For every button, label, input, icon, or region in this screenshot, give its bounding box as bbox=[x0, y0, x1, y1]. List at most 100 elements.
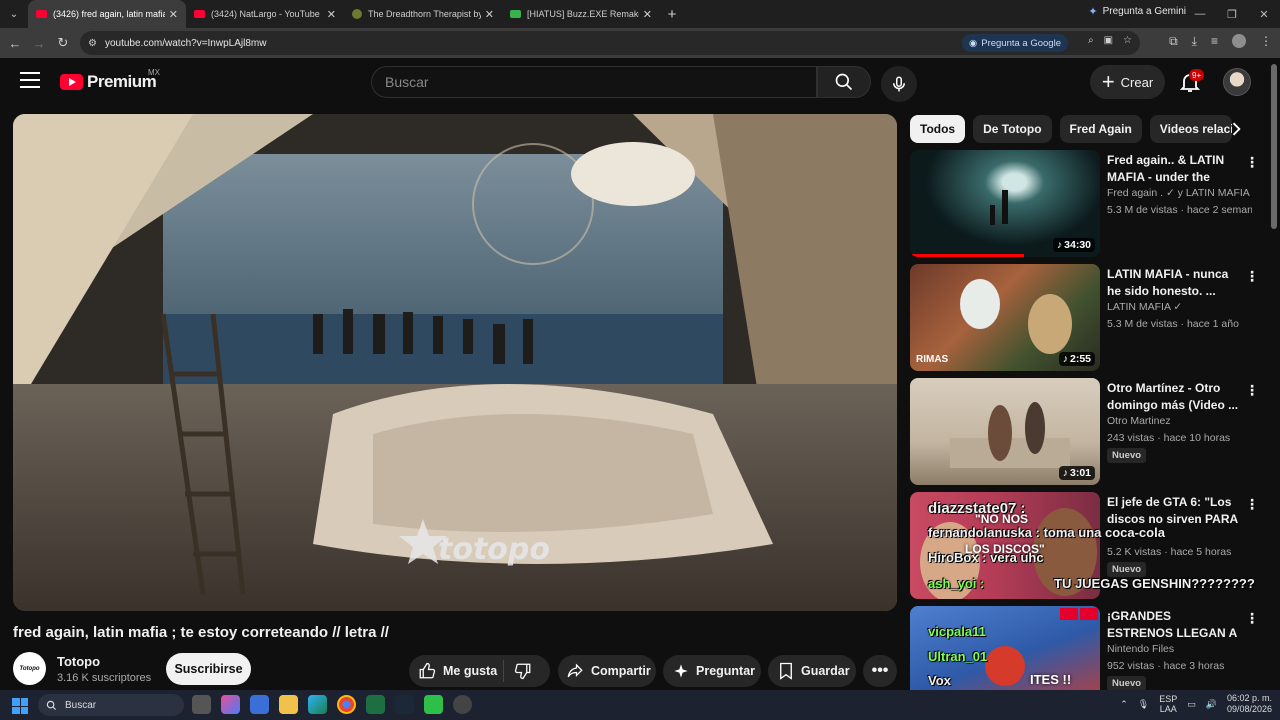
recommendation-title[interactable]: Fred again.. & LATIN MAFIA - under the f… bbox=[1107, 152, 1239, 186]
more-actions-icon[interactable]: ••• bbox=[863, 655, 897, 687]
site-favicon-icon bbox=[352, 9, 362, 19]
chip-todos[interactable]: Todos bbox=[910, 115, 966, 143]
like-label: Me gusta bbox=[443, 664, 498, 678]
steam-icon[interactable] bbox=[395, 695, 414, 714]
recommendation-title[interactable]: El jefe de GTA 6: "Los discos no sirven … bbox=[1107, 494, 1239, 528]
browser-tab-4[interactable]: [HIATUS] Buzz.EXE Remake | Th ✕ bbox=[502, 0, 660, 28]
chip-de-totopo[interactable]: De Totopo bbox=[973, 115, 1052, 143]
recommendation-meta: 5.2 K vistas · hace 5 horas bbox=[1107, 546, 1232, 558]
video-thumbnail[interactable]: ♪ 3:01 bbox=[910, 378, 1100, 485]
store-icon[interactable] bbox=[250, 695, 269, 714]
share-button[interactable]: Compartir bbox=[558, 655, 656, 687]
kebab-menu-icon[interactable]: ⋮ bbox=[1245, 154, 1259, 171]
video-thumbnail[interactable]: RIMAS ♪ 2:55 bbox=[910, 264, 1100, 371]
kebab-menu-icon[interactable]: ⋮ bbox=[1245, 496, 1259, 513]
edge-icon[interactable] bbox=[308, 695, 327, 714]
taskbar-clock[interactable]: 06:02 p. m. 09/08/2026 bbox=[1227, 693, 1272, 715]
like-button[interactable]: Me gusta bbox=[409, 660, 504, 682]
windows-start-icon[interactable] bbox=[12, 698, 28, 714]
recommendation-item[interactable]: ♪ 3:01 Otro Martínez - Otro domingo más (… bbox=[910, 378, 1259, 486]
browser-tab-1[interactable]: (3426) fred again, latin mafia ; te ✕ bbox=[28, 0, 186, 28]
kebab-menu-icon[interactable]: ⋮ bbox=[1245, 382, 1259, 399]
ask-button[interactable]: Preguntar bbox=[663, 655, 761, 687]
menu-icon[interactable] bbox=[20, 72, 40, 88]
recommendation-channel[interactable]: LATIN MAFIA ✓ bbox=[1107, 301, 1252, 313]
new-tab-icon[interactable]: + bbox=[660, 6, 684, 23]
translate-icon[interactable]: ▣ bbox=[1104, 35, 1113, 46]
excel-icon[interactable] bbox=[366, 695, 385, 714]
chevron-right-icon[interactable] bbox=[1226, 119, 1246, 139]
channel-name[interactable]: Totopo bbox=[57, 654, 100, 669]
bookmark-star-icon[interactable]: ☆ bbox=[1123, 35, 1132, 46]
taskbar-search[interactable]: Buscar bbox=[38, 694, 184, 716]
voice-search-button[interactable] bbox=[881, 66, 917, 102]
downloads-icon[interactable]: ⤓ bbox=[1192, 34, 1197, 49]
address-bar[interactable]: ⚙ youtube.com/watch?v=InwpLAjl8mw ◉ Preg… bbox=[80, 31, 1140, 55]
copilot-icon[interactable] bbox=[221, 695, 240, 714]
minimize-icon[interactable]: — bbox=[1184, 0, 1216, 28]
recommendation-channel[interactable]: Nintendo Files bbox=[1107, 643, 1252, 655]
search-button[interactable] bbox=[817, 66, 871, 98]
tray-chevron-icon[interactable]: ⌃ bbox=[1120, 699, 1128, 710]
recommendation-item[interactable]: RIMAS ♪ 2:55 LATIN MAFIA - nunca he sido … bbox=[910, 264, 1259, 372]
chip-videos-relacionados[interactable]: Videos relacionados bbox=[1149, 115, 1232, 143]
network-icon[interactable]: ▭ bbox=[1187, 699, 1196, 710]
reading-list-icon[interactable]: ≡ bbox=[1211, 34, 1218, 49]
dislike-button[interactable] bbox=[504, 662, 548, 680]
task-view-icon[interactable] bbox=[192, 695, 211, 714]
duration-badge: ♪ 3:01 bbox=[1058, 466, 1095, 480]
recommendation-title[interactable]: Otro Martínez - Otro domingo más (Video … bbox=[1107, 380, 1239, 414]
maximize-icon[interactable]: ❐ bbox=[1216, 0, 1248, 28]
recommendation-channel[interactable]: Fred again . ✓ y LATIN MAFIA ✓ bbox=[1107, 187, 1252, 199]
kebab-menu-icon[interactable]: ⋮ bbox=[1245, 610, 1255, 627]
recommendation-channel[interactable]: Otro Martinez bbox=[1107, 415, 1252, 427]
video-thumbnail[interactable]: "NO NOS LOS DISCOS" bbox=[910, 492, 1100, 599]
youtube-premium-logo[interactable]: Premium MX bbox=[60, 68, 160, 92]
browser-tab-3[interactable]: The Dreadthorn Therapist by T ✕ bbox=[344, 0, 502, 28]
ask-google-button[interactable]: ◉ Pregunta a Google bbox=[961, 34, 1068, 52]
tab-close-icon[interactable]: ✕ bbox=[169, 8, 178, 21]
duration-badge: ♪ 34:30 bbox=[1052, 238, 1095, 252]
language-indicator[interactable]: ESP LAA bbox=[1159, 694, 1177, 714]
recommendation-title[interactable]: LATIN MAFIA - nunca he sido honesto. ... bbox=[1107, 266, 1239, 300]
kebab-menu-icon[interactable]: ⋮ bbox=[1245, 268, 1259, 285]
create-button[interactable]: + Crear bbox=[1090, 65, 1165, 99]
tab-close-icon[interactable]: ✕ bbox=[327, 8, 336, 21]
volume-icon[interactable]: 🔊 bbox=[1206, 699, 1217, 710]
app-icon[interactable] bbox=[453, 695, 472, 714]
site-info-icon[interactable]: ⚙ bbox=[88, 38, 97, 49]
game-launcher-icon[interactable] bbox=[424, 695, 443, 714]
back-icon[interactable]: ← bbox=[3, 36, 27, 51]
reload-icon[interactable]: ↻ bbox=[51, 35, 75, 51]
profile-avatar[interactable] bbox=[1232, 34, 1246, 48]
browser-tab-2[interactable]: (3424) NatLargo - YouTube ✕ bbox=[186, 0, 344, 28]
save-button[interactable]: Guardar bbox=[768, 655, 856, 687]
recommendation-item[interactable]: ITES !! ¡GRANDES ESTRENOS LLEGAN A SWITC… bbox=[910, 606, 1255, 690]
tab-close-icon[interactable]: ✕ bbox=[643, 8, 652, 21]
browser-menu-icon[interactable]: ⋮ bbox=[1260, 34, 1272, 49]
account-avatar[interactable] bbox=[1223, 68, 1251, 96]
microphone-tray-icon[interactable]: 🎙 bbox=[1138, 699, 1149, 710]
extensions-icon[interactable]: ⧉ bbox=[1169, 34, 1178, 49]
microphone-icon bbox=[893, 76, 905, 92]
tab-search-button[interactable]: ⌄ bbox=[0, 0, 28, 28]
file-explorer-icon[interactable] bbox=[279, 695, 298, 714]
chip-fred-again[interactable]: Fred Again bbox=[1059, 115, 1142, 143]
recommendation-item[interactable]: ♪ 34:30 Fred again.. & LATIN MAFIA - unde… bbox=[910, 150, 1259, 258]
close-window-icon[interactable]: ✕ bbox=[1248, 0, 1280, 28]
url-text: youtube.com/watch?v=InwpLAjl8mw bbox=[104, 37, 267, 49]
recommendation-item[interactable]: "NO NOS LOS DISCOS" El jefe de GTA 6: "L… bbox=[910, 492, 1259, 600]
channel-avatar[interactable]: Totopo bbox=[13, 652, 46, 685]
recommendation-title[interactable]: ¡GRANDES ESTRENOS LLEGAN A SWITCH 1 Y... bbox=[1107, 608, 1239, 642]
video-player[interactable]: totopo bbox=[13, 114, 897, 611]
chrome-icon[interactable] bbox=[337, 695, 356, 714]
forward-icon[interactable]: → bbox=[27, 36, 51, 51]
zoom-icon[interactable]: ⌕ bbox=[1088, 35, 1094, 46]
tab-close-icon[interactable]: ✕ bbox=[485, 8, 494, 21]
gemini-button[interactable]: ✦ Pregunta a Gemini bbox=[1088, 5, 1186, 18]
page-scrollbar[interactable] bbox=[1271, 64, 1277, 229]
video-thumbnail[interactable]: ♪ 34:30 bbox=[910, 150, 1100, 257]
video-thumbnail[interactable]: ITES !! bbox=[910, 606, 1100, 690]
search-input[interactable] bbox=[385, 74, 816, 90]
subscribe-button[interactable]: Suscribirse bbox=[166, 653, 251, 685]
